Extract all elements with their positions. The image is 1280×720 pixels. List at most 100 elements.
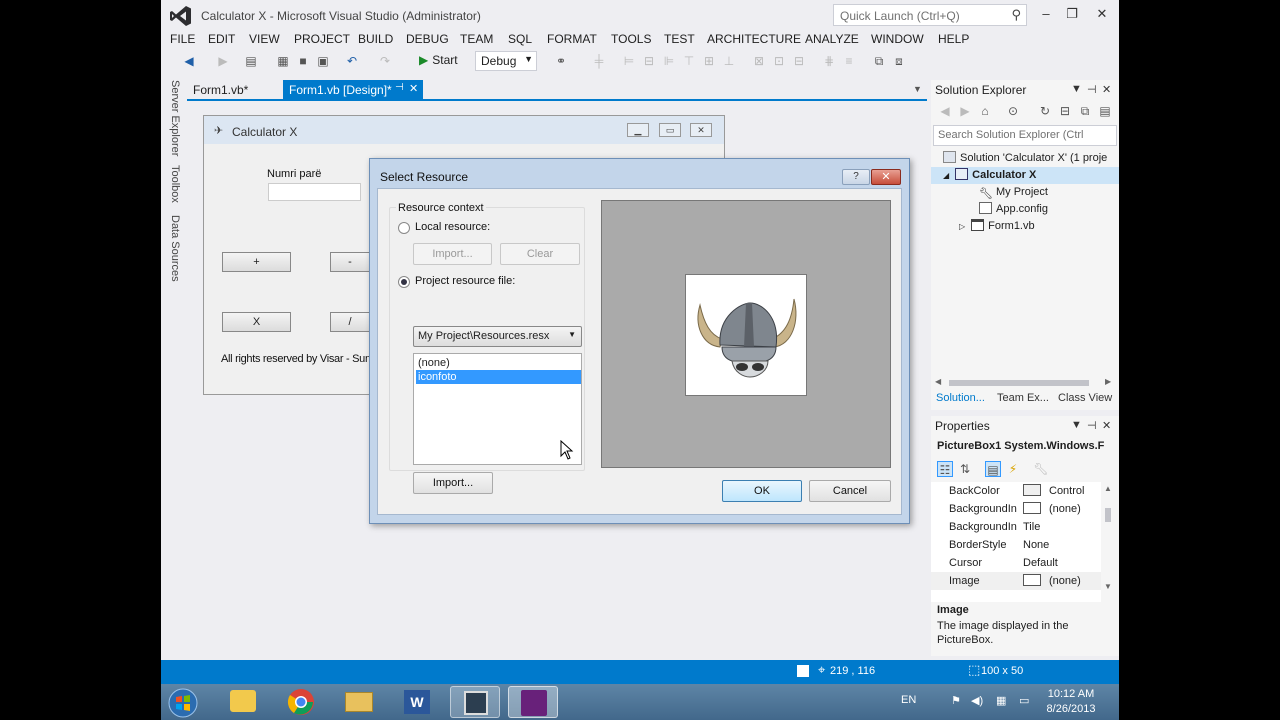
button-multiply[interactable]: X xyxy=(222,312,291,332)
close-panel-icon[interactable]: ✕ xyxy=(1102,419,1111,432)
horizontal-scrollbar[interactable]: ◀ ▶ xyxy=(935,377,1115,389)
taskbar-word[interactable]: W xyxy=(392,686,442,718)
local-import-button[interactable]: Import... xyxy=(413,243,492,265)
categorized-icon[interactable]: ☷ xyxy=(937,461,953,477)
tree-item-project[interactable]: ◢ Calculator X xyxy=(931,167,1119,184)
menu-sql[interactable]: SQL xyxy=(508,32,532,46)
align-middles-icon[interactable]: ⊞ xyxy=(701,53,717,69)
find-icon[interactable]: ⚭ xyxy=(553,53,569,69)
sync-icon[interactable]: ⊙ xyxy=(1005,103,1021,119)
menu-test[interactable]: TEST xyxy=(664,32,695,46)
alphabetical-icon[interactable]: ⇅ xyxy=(957,461,973,477)
save-all-icon[interactable]: ▣ xyxy=(315,53,331,69)
menu-help[interactable]: HELP xyxy=(938,32,969,46)
taskbar-outlook[interactable] xyxy=(218,686,268,718)
project-resource-radio[interactable] xyxy=(398,276,410,288)
show-all-files-icon[interactable]: ⧉ xyxy=(1077,103,1093,119)
pin-icon[interactable]: ⊣ xyxy=(1087,419,1097,432)
panel-menu-icon[interactable]: ▼ xyxy=(1071,83,1082,95)
list-item[interactable]: (none) xyxy=(416,356,581,370)
project-resource-label[interactable]: Project resource file: xyxy=(415,275,515,287)
property-object-select[interactable]: PictureBox1 System.Windows.F xyxy=(933,438,1117,456)
tab-team-explorer[interactable]: Team Ex... xyxy=(997,392,1049,404)
restore-button[interactable]: ❐ xyxy=(1059,4,1085,24)
resource-file-select[interactable]: My Project\Resources.resx ▼ xyxy=(413,326,582,347)
tab-overflow-icon[interactable]: ▼ xyxy=(913,84,922,94)
forward-icon[interactable]: ▶ xyxy=(957,103,973,119)
pin-icon[interactable]: ⊣ xyxy=(1087,83,1097,96)
menu-format[interactable]: FORMAT xyxy=(547,32,597,46)
make-same-size-icon[interactable]: ⊟ xyxy=(791,53,807,69)
local-resource-radio[interactable] xyxy=(398,222,410,234)
bring-to-front-icon[interactable]: ⧉ xyxy=(871,53,887,69)
property-grid-scrollbar[interactable]: ▲ ▼ xyxy=(1101,482,1115,598)
scroll-left-icon[interactable]: ◀ xyxy=(935,377,941,386)
property-row-backgroundimagelayout[interactable]: BackgroundIn Tile xyxy=(931,518,1101,536)
scroll-down-icon[interactable]: ▼ xyxy=(1104,582,1112,591)
forward-icon[interactable]: ▶ xyxy=(215,53,231,69)
panel-menu-icon[interactable]: ▼ xyxy=(1071,419,1082,431)
property-row-backgroundimage[interactable]: BackgroundIn (none) xyxy=(931,500,1101,518)
side-tab-data-sources[interactable]: Data Sources xyxy=(165,215,181,282)
clock-date[interactable]: 8/26/2013 xyxy=(1041,703,1101,715)
side-tab-server-explorer[interactable]: Server Explorer xyxy=(165,80,181,156)
start-button[interactable] xyxy=(161,686,207,718)
back-icon[interactable]: ◀ xyxy=(937,103,953,119)
quick-launch-input[interactable]: Quick Launch (Ctrl+Q) ⚲ xyxy=(833,4,1027,26)
property-row-image[interactable]: Image (none) xyxy=(931,572,1101,590)
menu-view[interactable]: VIEW xyxy=(249,32,280,46)
property-row-backcolor[interactable]: BackColor Control xyxy=(931,482,1101,500)
undo-icon[interactable]: ↶ xyxy=(344,53,360,69)
save-icon[interactable]: ■ xyxy=(295,53,311,69)
menu-architecture[interactable]: ARCHITECTURE xyxy=(707,32,801,46)
button-divide[interactable]: / xyxy=(330,312,370,332)
tree-item-app-config[interactable]: App.config xyxy=(931,201,1119,218)
scroll-right-icon[interactable]: ▶ xyxy=(1105,377,1111,386)
tab-form1-design[interactable]: Form1.vb [Design]* ⊣ ✕ xyxy=(283,80,423,100)
property-row-cursor[interactable]: Cursor Default xyxy=(931,554,1101,572)
minimize-button[interactable]: – xyxy=(1033,4,1059,24)
side-tab-toolbox[interactable]: Toolbox xyxy=(165,165,181,203)
tab-form1-code[interactable]: Form1.vb* xyxy=(187,80,254,99)
scroll-up-icon[interactable]: ▲ xyxy=(1104,484,1112,493)
help-button[interactable]: ? xyxy=(842,169,870,185)
send-to-back-icon[interactable]: ⧈ xyxy=(891,53,907,69)
taskbar-movie-maker[interactable] xyxy=(450,686,500,718)
vertical-spacing-icon[interactable]: ≡ xyxy=(841,53,857,69)
import-button[interactable]: Import... xyxy=(413,472,493,494)
close-tab-icon[interactable]: ✕ xyxy=(409,82,418,95)
align-lefts-icon[interactable]: ⊨ xyxy=(621,53,637,69)
tab-class-view[interactable]: Class View xyxy=(1058,392,1112,404)
menu-tools[interactable]: TOOLS xyxy=(611,32,651,46)
back-icon[interactable]: ◀ xyxy=(181,53,197,69)
ok-button[interactable]: OK xyxy=(722,480,802,502)
align-rights-icon[interactable]: ⊫ xyxy=(661,53,677,69)
spacing-icon[interactable]: ⋕ xyxy=(821,53,837,69)
clock-time[interactable]: 10:12 AM xyxy=(1041,688,1101,700)
resource-list[interactable]: (none) iconfoto xyxy=(413,353,582,465)
scroll-thumb[interactable] xyxy=(949,380,1089,386)
menu-build[interactable]: BUILD xyxy=(358,32,393,46)
flag-icon[interactable]: ⚑ xyxy=(951,694,961,707)
solution-config-select[interactable]: Debug ▼ xyxy=(475,51,537,71)
align-centers-icon[interactable]: ⊟ xyxy=(641,53,657,69)
textbox-numri[interactable] xyxy=(268,183,361,201)
properties-icon[interactable]: ▤ xyxy=(1097,103,1113,119)
align-tops-icon[interactable]: ⊤ xyxy=(681,53,697,69)
make-same-width-icon[interactable]: ⊠ xyxy=(751,53,767,69)
align-bottoms-icon[interactable]: ⊥ xyxy=(721,53,737,69)
properties-view-icon[interactable]: ▤ xyxy=(985,461,1001,477)
collapse-all-icon[interactable]: ⊟ xyxy=(1057,103,1073,119)
close-panel-icon[interactable]: ✕ xyxy=(1102,83,1111,96)
home-icon[interactable]: ⌂ xyxy=(977,103,993,119)
power-icon[interactable]: ▭ xyxy=(1019,694,1029,707)
events-icon[interactable]: ⚡ xyxy=(1005,461,1021,477)
clear-button[interactable]: Clear xyxy=(500,243,580,265)
refresh-icon[interactable]: ↻ xyxy=(1037,103,1053,119)
button-minus[interactable]: - xyxy=(330,252,370,272)
label-numri[interactable]: Numri parë xyxy=(267,168,321,180)
footer-label[interactable]: All rights reserved by Visar - Summ xyxy=(221,353,383,365)
language-indicator[interactable]: EN xyxy=(901,694,916,706)
local-resource-label[interactable]: Local resource: xyxy=(415,221,490,233)
redo-icon[interactable]: ↷ xyxy=(377,53,393,69)
